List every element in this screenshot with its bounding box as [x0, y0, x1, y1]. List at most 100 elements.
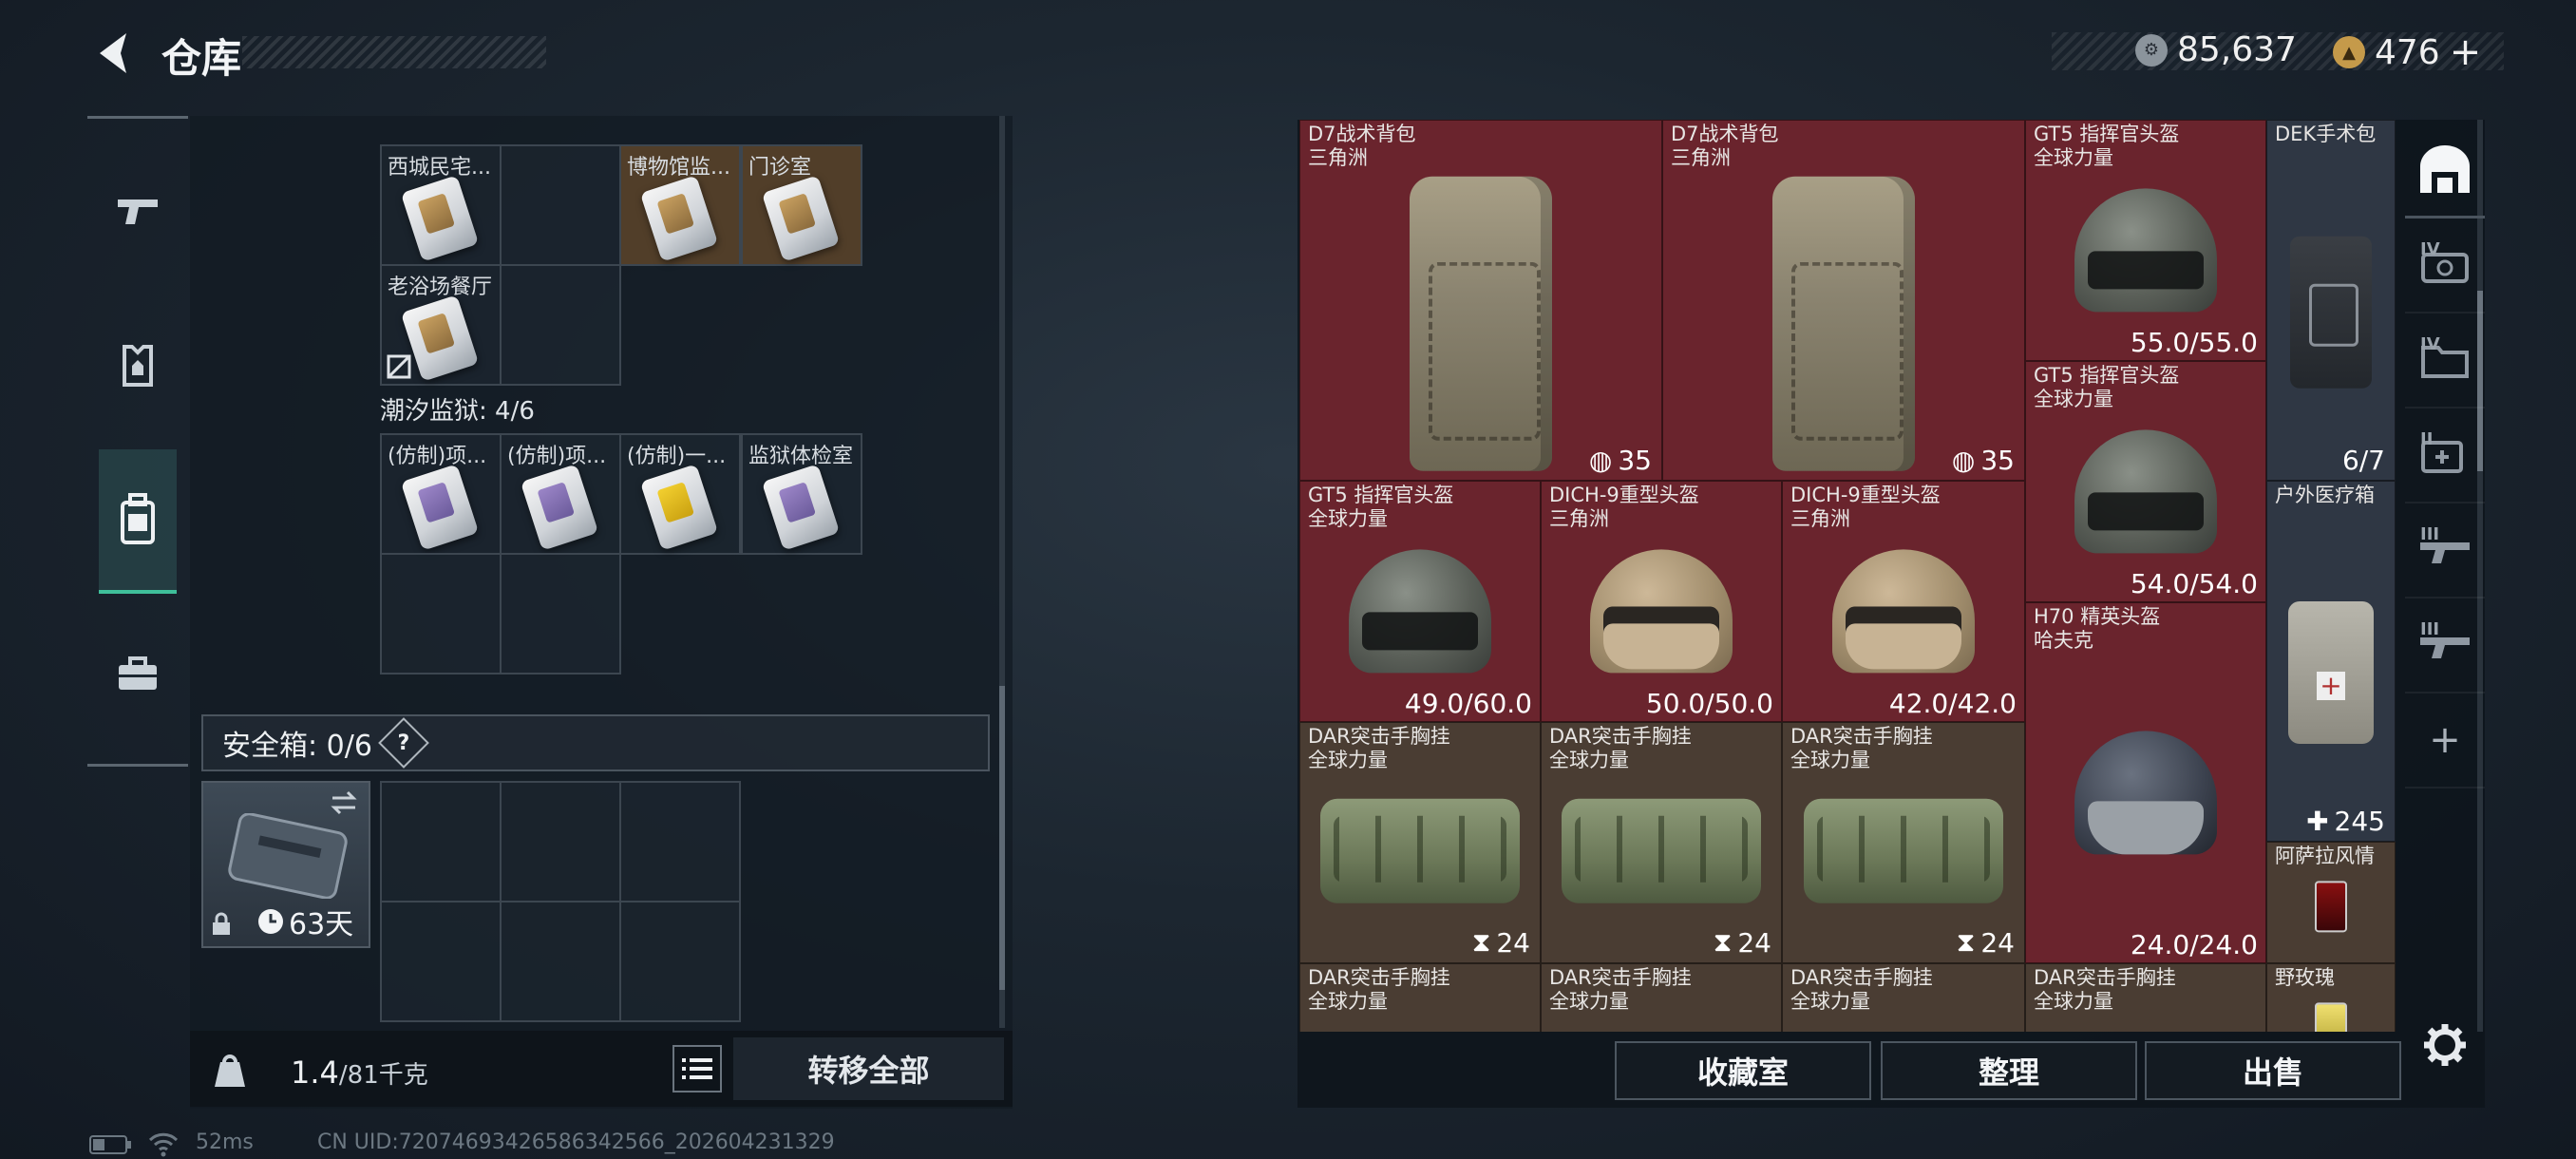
medbag-icon [2290, 236, 2372, 389]
item-count: 24 [1980, 926, 2015, 959]
tab-storage[interactable] [2405, 124, 2485, 218]
sell-button[interactable]: 出售 [2145, 1041, 2401, 1100]
inventory-item[interactable]: DICH-9重型头盔 三角洲 50.0/50.0 [1541, 481, 1782, 722]
empty-slot[interactable] [619, 901, 741, 1022]
empty-slot[interactable] [500, 901, 621, 1022]
empty-slot[interactable] [500, 264, 621, 386]
inventory-item[interactable]: DICH-9重型头盔 三角洲 42.0/42.0 [1782, 481, 2025, 722]
helmet-icon [2074, 429, 2217, 554]
add-container-button[interactable]: + [2405, 694, 2485, 788]
tab-container-2[interactable]: IV [2405, 314, 2485, 408]
add-currency-button[interactable]: + [2450, 30, 2482, 74]
settings-button[interactable] [2405, 998, 2485, 1092]
tab-container-3[interactable]: II [2405, 408, 2485, 504]
inventory-item[interactable]: DAR突击手胸挂 全球力量 [1299, 963, 1541, 1032]
item-title: DAR突击手胸挂 [2034, 966, 2176, 989]
item-title: H70 精英头盔 [2034, 605, 2161, 628]
list-icon [682, 1058, 712, 1079]
inventory-item[interactable]: GT5 指挥官头盔 全球力量 55.0/55.0 [2025, 120, 2266, 361]
item-name: DAR突击手胸挂 全球力量 [1308, 966, 1450, 1014]
nav-weapons[interactable] [101, 168, 175, 254]
keycard-slot[interactable]: 西城民宅... [380, 144, 502, 266]
item-title: GT5 指挥官头盔 [2034, 123, 2180, 145]
keycard-slot[interactable]: 老浴场餐厅 [380, 264, 502, 386]
safe-box-item[interactable]: 63天 [201, 781, 370, 948]
inventory-item[interactable]: 野玫瑰 [2266, 963, 2396, 1032]
nav-backpack[interactable] [99, 449, 177, 594]
item-count-badge: ⧗ 24 [1472, 926, 1530, 959]
item-faction: 全球力量 [2034, 388, 2113, 410]
item-title: DAR突击手胸挂 [1790, 966, 1933, 989]
inventory-item[interactable]: D7战术背包 三角洲 ◍ 35 [1299, 120, 1662, 481]
collection-room-button[interactable]: 收藏室 [1615, 1041, 1871, 1100]
organize-button[interactable]: 整理 [1881, 1041, 2137, 1100]
item-title: DAR突击手胸挂 [1308, 725, 1450, 748]
item-name: 户外医疗箱 [2275, 484, 2375, 507]
keycard-slot[interactable]: 门诊室 [741, 144, 862, 266]
empty-slot[interactable] [500, 781, 621, 902]
inventory-item[interactable]: D7战术背包 三角洲 ◍ 35 [1662, 120, 2025, 481]
item-title: DAR突击手胸挂 [1308, 966, 1450, 989]
group-title-tide-prison: 潮汐监狱: 4/6 [380, 397, 535, 426]
weight-max: /81千克 [338, 1061, 428, 1090]
keycard-slot[interactable]: (仿制)项... [500, 433, 621, 555]
item-count-badge: ⧗ 24 [1957, 926, 2015, 959]
durability-readout: 49.0/60.0 [1404, 688, 1532, 719]
coin-balance: ⚙ 85,637 [2135, 30, 2297, 69]
item-faction: 全球力量 [1790, 990, 1870, 1013]
weight-readout: 1.4/81千克 [291, 1054, 428, 1091]
tab-container-4[interactable]: III [2405, 504, 2485, 598]
nav-equipment[interactable] [101, 322, 175, 408]
helmet-icon [1349, 549, 1491, 674]
item-name: D7战术背包 三角洲 [1308, 123, 1416, 170]
wifi-icon [148, 1132, 179, 1157]
item-faction: 全球力量 [2034, 990, 2113, 1013]
inventory-item[interactable]: DAR突击手胸挂 全球力量 ⧗ 24 [1782, 722, 2025, 963]
item-count-badge: 6/7 [2342, 445, 2385, 476]
keycard-slot[interactable]: 博物馆监... [619, 144, 741, 266]
item-title: D7战术背包 [1308, 123, 1416, 145]
inventory-item[interactable]: DAR突击手胸挂 全球力量 [1541, 963, 1782, 1032]
item-faction: 哈夫克 [2034, 629, 2093, 652]
empty-slot[interactable] [500, 144, 621, 266]
list-view-button[interactable] [672, 1045, 722, 1092]
nav-cases[interactable] [101, 632, 175, 717]
back-button[interactable] [85, 27, 142, 80]
keycard-slot[interactable]: (仿制)一... [619, 433, 741, 555]
stash-scrollbar[interactable] [999, 116, 1005, 1028]
item-name: DAR突击手胸挂 全球力量 [1549, 725, 1692, 772]
item-title: DAR突击手胸挂 [1549, 966, 1692, 989]
inventory-item[interactable]: DAR突击手胸挂 全球力量 [2025, 963, 2266, 1032]
keycard-icon [400, 464, 480, 551]
inventory-item[interactable]: 阿萨拉风情 [2266, 842, 2396, 963]
durability-readout: 42.0/42.0 [1888, 688, 2017, 719]
inventory-item[interactable]: H70 精英头盔 哈夫克 24.0/24.0 [2025, 602, 2266, 963]
inventory-item[interactable]: GT5 指挥官头盔 全球力量 49.0/60.0 [1299, 481, 1541, 722]
empty-slot[interactable] [380, 781, 502, 902]
empty-slot[interactable] [500, 553, 621, 674]
item-faction: 全球力量 [1549, 990, 1629, 1013]
tab-container-5[interactable]: III [2405, 598, 2485, 694]
empty-slot[interactable] [619, 781, 741, 902]
premium-balance[interactable]: ▲ 476 + [2333, 30, 2481, 74]
durability-readout: 50.0/50.0 [1645, 688, 1773, 719]
inventory-item[interactable]: 户外医疗箱 ✚245 [2266, 481, 2396, 842]
inventory-item[interactable]: DAR突击手胸挂 全球力量 ⧗ 24 [1541, 722, 1782, 963]
inventory-item[interactable]: DEK手术包 6/7 [2266, 120, 2396, 481]
transfer-all-button[interactable]: 转移全部 [733, 1037, 1004, 1100]
empty-slot[interactable] [380, 553, 502, 674]
item-name: GT5 指挥官头盔 全球力量 [1308, 484, 1453, 531]
durability-readout: 24.0/24.0 [2130, 929, 2258, 960]
item-name: DAR突击手胸挂 全球力量 [1790, 725, 1933, 772]
inventory-item[interactable]: DAR突击手胸挂 全球力量 [1782, 963, 2025, 1032]
keycard-slot[interactable]: 监狱体检室 [741, 433, 862, 555]
inventory-item[interactable]: GT5 指挥官头盔 全球力量 54.0/54.0 [2025, 361, 2266, 602]
premium-coin-icon: ▲ [2333, 36, 2365, 68]
keycard-slot[interactable]: (仿制)项... [380, 433, 502, 555]
tab-container-1[interactable]: IV [2405, 218, 2485, 314]
keycard-icon [520, 464, 599, 551]
item-title: DEK手术包 [2275, 123, 2377, 145]
help-button[interactable]: ? [378, 717, 429, 769]
inventory-item[interactable]: DAR突击手胸挂 全球力量 ⧗ 24 [1299, 722, 1541, 963]
empty-slot[interactable] [380, 901, 502, 1022]
